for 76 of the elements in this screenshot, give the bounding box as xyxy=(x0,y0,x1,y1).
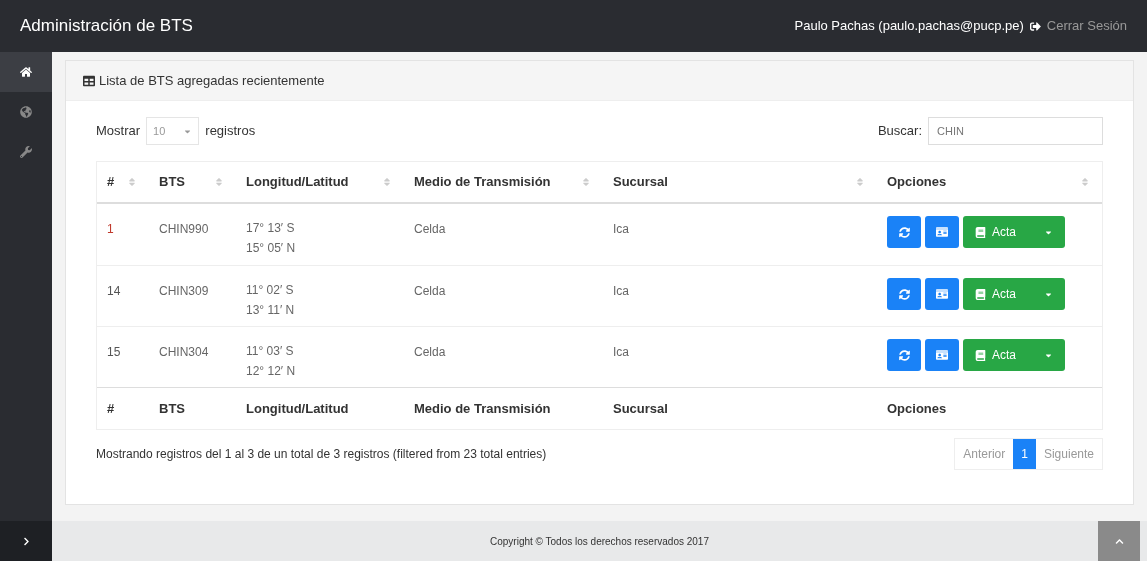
column-header: BTS xyxy=(159,399,185,418)
sort-icon xyxy=(382,177,392,187)
length-label: registros xyxy=(205,122,256,141)
user-name: Paulo Pachas (paulo.pachas@pucp.pe) xyxy=(794,17,1024,36)
coordinate-text: 11° 03′ S xyxy=(246,343,295,360)
page-link[interactable]: 1 xyxy=(1013,439,1036,469)
column-header[interactable]: Opciones xyxy=(887,172,947,192)
column-header: Medio de Transmisión xyxy=(414,399,551,418)
book-icon xyxy=(975,349,986,361)
card-button[interactable] xyxy=(925,339,959,371)
card-icon xyxy=(936,226,948,238)
table-cell: Ica xyxy=(613,222,629,236)
home-icon xyxy=(20,66,32,78)
refresh-button[interactable] xyxy=(887,216,921,248)
card-icon xyxy=(936,349,948,361)
column-header[interactable]: Sucursal xyxy=(613,172,668,192)
table-cell: Ica xyxy=(613,284,629,298)
refresh-button[interactable] xyxy=(887,339,921,371)
sidebar-item[interactable] xyxy=(0,52,52,92)
column-header: Opciones xyxy=(887,399,947,418)
globe-icon xyxy=(20,106,32,118)
book-icon xyxy=(975,226,986,238)
previous-link[interactable]: Anterior xyxy=(955,445,1014,463)
next-link[interactable]: Siguiente xyxy=(1035,445,1102,463)
acta-button[interactable]: Acta xyxy=(963,278,1065,310)
sort-icon xyxy=(855,177,865,187)
chevron-right-icon xyxy=(21,536,31,546)
card-button[interactable] xyxy=(925,278,959,310)
sort-icon xyxy=(214,177,224,187)
table-cell: CHIN304 xyxy=(159,345,209,359)
app-title: Administración de BTS xyxy=(20,15,193,38)
column-header[interactable]: BTS xyxy=(159,172,185,192)
refresh-icon xyxy=(898,226,910,238)
panel-title: Lista de BTS agregadas recientemente xyxy=(99,71,325,90)
table-info: Mostrando registros del 1 al 3 de un total de 3 registros (filtered from 23 total entries) xyxy=(96,446,547,463)
refresh-icon xyxy=(898,349,910,361)
sort-icon xyxy=(127,177,137,187)
wrench-icon xyxy=(20,146,32,158)
refresh-icon xyxy=(898,288,910,300)
table-cell: CHIN309 xyxy=(159,284,209,298)
table-cell: CHIN990 xyxy=(159,222,209,236)
column-header[interactable]: # xyxy=(107,172,115,192)
column-header[interactable]: Longitud/Latitud xyxy=(246,172,349,192)
table-cell: 14 xyxy=(107,284,121,298)
length-label: Mostrar xyxy=(96,122,141,141)
acta-button[interactable]: Acta xyxy=(963,216,1065,248)
coordinate-text: 15° 05′ N xyxy=(246,240,297,257)
book-icon xyxy=(975,288,986,300)
table-cell: Ica xyxy=(613,345,629,359)
coordinate-text: 11° 02′ S xyxy=(246,282,295,299)
column-header: Sucursal xyxy=(613,399,668,418)
acta-button[interactable]: Acta xyxy=(963,339,1065,371)
table-cell: 15 xyxy=(107,345,121,359)
card-button[interactable] xyxy=(925,216,959,248)
logout-icon xyxy=(1029,20,1041,32)
table-cell: Celda xyxy=(414,284,446,298)
column-header: # xyxy=(107,399,115,418)
column-header: Longitud/Latitud xyxy=(246,399,349,418)
chevron-up-icon xyxy=(1114,536,1124,546)
column-header[interactable]: Medio de Transmisión xyxy=(414,172,551,192)
table-cell: Celda xyxy=(414,345,446,359)
search-field[interactable]: CHIN xyxy=(928,117,1103,145)
sort-icon xyxy=(1080,177,1090,187)
table-cell: Celda xyxy=(414,222,446,236)
logout-link[interactable]: Cerrar Sesión xyxy=(1046,16,1127,36)
copyright-text: Copyright © Todos los derechos reservados 2017 xyxy=(490,534,709,549)
refresh-button[interactable] xyxy=(887,278,921,310)
coordinate-text: 12° 12′ N xyxy=(246,363,297,380)
table-cell: 1 xyxy=(107,222,114,236)
sort-icon xyxy=(581,177,591,187)
coordinate-text: 17° 13′ S xyxy=(246,220,296,237)
card-icon xyxy=(936,288,948,300)
coordinate-text: 13° 11′ N xyxy=(246,302,296,319)
length-select[interactable]: 10 xyxy=(146,117,200,145)
search-label: Buscar: xyxy=(877,122,922,141)
table-icon xyxy=(83,74,95,87)
